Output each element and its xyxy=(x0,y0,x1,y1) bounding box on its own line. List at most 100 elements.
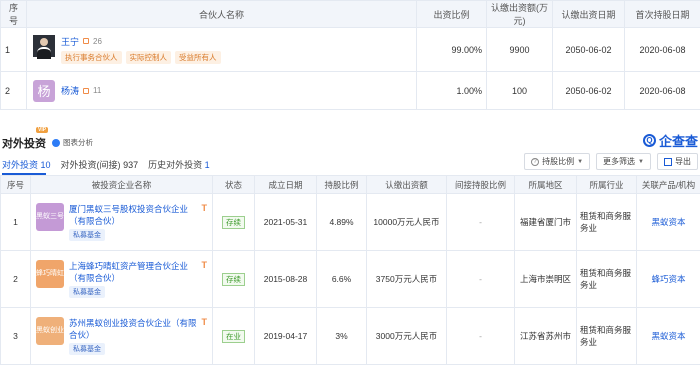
role-tag: 实际控制人 xyxy=(125,51,171,64)
status-badge: 存续 xyxy=(222,215,245,229)
product-link[interactable]: 黑蚁资本 xyxy=(636,307,700,365)
amount-cell: 10000万元人民币 xyxy=(366,193,447,251)
col-header-ratio: 出资比例 xyxy=(416,0,487,28)
status-cell: 在业 xyxy=(212,307,255,365)
vip-badge: VIP xyxy=(36,127,49,133)
row-index: 2 xyxy=(0,250,31,308)
company-name-link[interactable]: 上海蜂巧晴虹资产管理合伙企业（有限合伙） xyxy=(69,260,197,284)
status-cell: 存续 xyxy=(212,250,255,308)
col-header-product: 关联产品/机构 xyxy=(636,175,700,194)
company-logo[interactable]: 黑蚁三号 xyxy=(36,203,64,231)
col-header-region: 所属地区 xyxy=(514,175,577,194)
equity-chart-icon[interactable]: T xyxy=(202,260,208,270)
tabs: 对外投资 10 对外投资(间接) 937 历史对外投资 1 xyxy=(2,158,210,171)
export-label: 导出 xyxy=(675,157,691,166)
chart-analysis-link[interactable]: 图表分析 xyxy=(52,137,93,148)
tab-count: 937 xyxy=(123,160,139,170)
status-cell: 存续 xyxy=(212,193,255,251)
region-cell: 福建省厦门市 xyxy=(514,193,577,251)
partner-name-link[interactable]: 王宁 xyxy=(61,35,79,48)
date-cell: 2021-05-31 xyxy=(254,193,317,251)
date-cell: 2019-04-17 xyxy=(254,307,317,365)
ratio-filter-dropdown[interactable]: ? 持股比例 ▼ xyxy=(524,153,591,170)
export-icon xyxy=(664,157,672,166)
indirect-cell: - xyxy=(446,307,515,365)
partners-table: 序号 合伙人名称 出资比例 认缴出资额(万元) 认缴出资日期 首次持股日期 1 … xyxy=(0,0,700,110)
col-header-index: 序号 xyxy=(0,0,27,28)
indirect-cell: - xyxy=(446,250,515,308)
chevron-down-icon: ▼ xyxy=(577,158,584,165)
indirect-cell: - xyxy=(446,193,515,251)
relation-count[interactable]: 11 xyxy=(93,86,101,95)
partner-name-link[interactable]: 杨涛 xyxy=(61,84,79,97)
product-link[interactable]: 黑蚁资本 xyxy=(636,193,700,251)
col-header-partner-name: 合伙人名称 xyxy=(26,0,417,28)
chart-analysis-label: 图表分析 xyxy=(63,138,93,147)
relation-count[interactable]: 26 xyxy=(93,37,102,46)
company-cell: 黑蚁创业 苏州黑蚁创业投资合伙企业（有限合伙） 私募基金 T xyxy=(30,307,213,365)
ratio-cell: 4.89% xyxy=(316,193,367,251)
tab-count: 10 xyxy=(40,160,51,170)
avatar[interactable] xyxy=(33,35,55,59)
company-cell: 蜂巧晴虹 上海蜂巧晴虹资产管理合伙企业（有限合伙） 私募基金 T xyxy=(30,250,213,308)
table-row: 1 王宁 26 执行事务合伙人 实际控制人 受益所有人 99.00% 9900 … xyxy=(0,27,700,72)
ratio-filter-label: 持股比例 xyxy=(542,157,575,166)
relation-icon xyxy=(83,87,90,94)
company-logo[interactable]: 黑蚁创业 xyxy=(36,317,64,345)
status-badge: 在业 xyxy=(222,329,245,343)
company-name-link[interactable]: 厦门黑蚁三号股权投资合伙企业（有限合伙） xyxy=(69,203,197,227)
more-filters-dropdown[interactable]: 更多筛选 ▼ xyxy=(596,153,651,170)
tab-label: 历史对外投资 xyxy=(148,160,203,170)
first-date-cell: 2020-06-08 xyxy=(624,71,700,110)
sub-date-cell: 2050-06-02 xyxy=(552,27,625,72)
partners-header-row: 序号 合伙人名称 出资比例 认缴出资额(万元) 认缴出资日期 首次持股日期 xyxy=(0,0,700,28)
table-row: 2 蜂巧晴虹 上海蜂巧晴虹资产管理合伙企业（有限合伙） 私募基金 T 存续 20… xyxy=(0,250,700,308)
ratio-cell: 99.00% xyxy=(416,27,487,72)
status-badge: 存续 xyxy=(222,272,245,286)
col-header-first-date: 首次持股日期 xyxy=(624,0,700,28)
investment-table: 序号 被投资企业名称 状态 成立日期 持股比例 认缴出资额 间接持股比例 所属地… xyxy=(0,175,700,365)
brand-logo: Q 企查查 xyxy=(642,131,698,150)
col-header-status: 状态 xyxy=(212,175,255,194)
tab-indirect-investment[interactable]: 对外投资(间接) 937 xyxy=(61,158,139,171)
help-icon: ? xyxy=(531,157,540,166)
table-row: 2 杨 杨涛 11 1.00% 100 2050-06-02 2020-06-0… xyxy=(0,71,700,110)
industry-cell: 租赁和商务服务业 xyxy=(576,250,637,308)
ratio-cell: 1.00% xyxy=(416,71,487,110)
company-name-link[interactable]: 苏州黑蚁创业投资合伙企业（有限合伙） xyxy=(69,317,197,341)
export-button[interactable]: 导出 xyxy=(657,153,698,170)
avatar[interactable]: 杨 xyxy=(33,79,55,102)
col-header-sub-date: 认缴出资日期 xyxy=(552,0,625,28)
col-header-industry: 所属行业 xyxy=(576,175,637,194)
row-index: 3 xyxy=(0,307,31,365)
company-logo[interactable]: 蜂巧晴虹 xyxy=(36,260,64,288)
amount-cell: 3000万元人民币 xyxy=(366,307,447,365)
col-header-amount: 认缴出资额(万元) xyxy=(486,0,553,28)
ratio-cell: 6.6% xyxy=(316,250,367,308)
equity-chart-icon[interactable]: T xyxy=(202,317,208,327)
industry-cell: 租赁和商务服务业 xyxy=(576,193,637,251)
tab-history-investment[interactable]: 历史对外投资 1 xyxy=(148,158,210,171)
tab-outbound-investment[interactable]: 对外投资 10 xyxy=(2,158,51,171)
partner-cell: 杨 杨涛 11 xyxy=(26,71,417,110)
tab-count: 1 xyxy=(204,160,210,170)
more-filters-label: 更多筛选 xyxy=(603,157,636,166)
chevron-down-icon: ▼ xyxy=(638,158,644,165)
date-cell: 2015-08-28 xyxy=(254,250,317,308)
table-row: 3 黑蚁创业 苏州黑蚁创业投资合伙企业（有限合伙） 私募基金 T 在业 2019… xyxy=(0,307,700,365)
equity-chart-icon[interactable]: T xyxy=(202,203,208,213)
amount-cell: 9900 xyxy=(486,27,553,72)
fund-chip: 私募基金 xyxy=(69,229,105,241)
first-date-cell: 2020-06-08 xyxy=(624,27,700,72)
col-header-index: 序号 xyxy=(0,175,31,194)
role-tag: 受益所有人 xyxy=(175,51,221,64)
tab-label: 对外投资 xyxy=(2,160,39,170)
brand-icon: Q xyxy=(642,134,656,147)
sub-date-cell: 2050-06-02 xyxy=(552,71,625,110)
region-cell: 江苏省苏州市 xyxy=(514,307,577,365)
product-link[interactable]: 蜂巧资本 xyxy=(636,250,700,308)
table-row: 1 黑蚁三号 厦门黑蚁三号股权投资合伙企业（有限合伙） 私募基金 T 存续 20… xyxy=(0,193,700,251)
invest-header-row: 序号 被投资企业名称 状态 成立日期 持股比例 认缴出资额 间接持股比例 所属地… xyxy=(0,175,700,194)
row-index: 1 xyxy=(0,27,27,72)
role-tag: 执行事务合伙人 xyxy=(61,51,122,64)
